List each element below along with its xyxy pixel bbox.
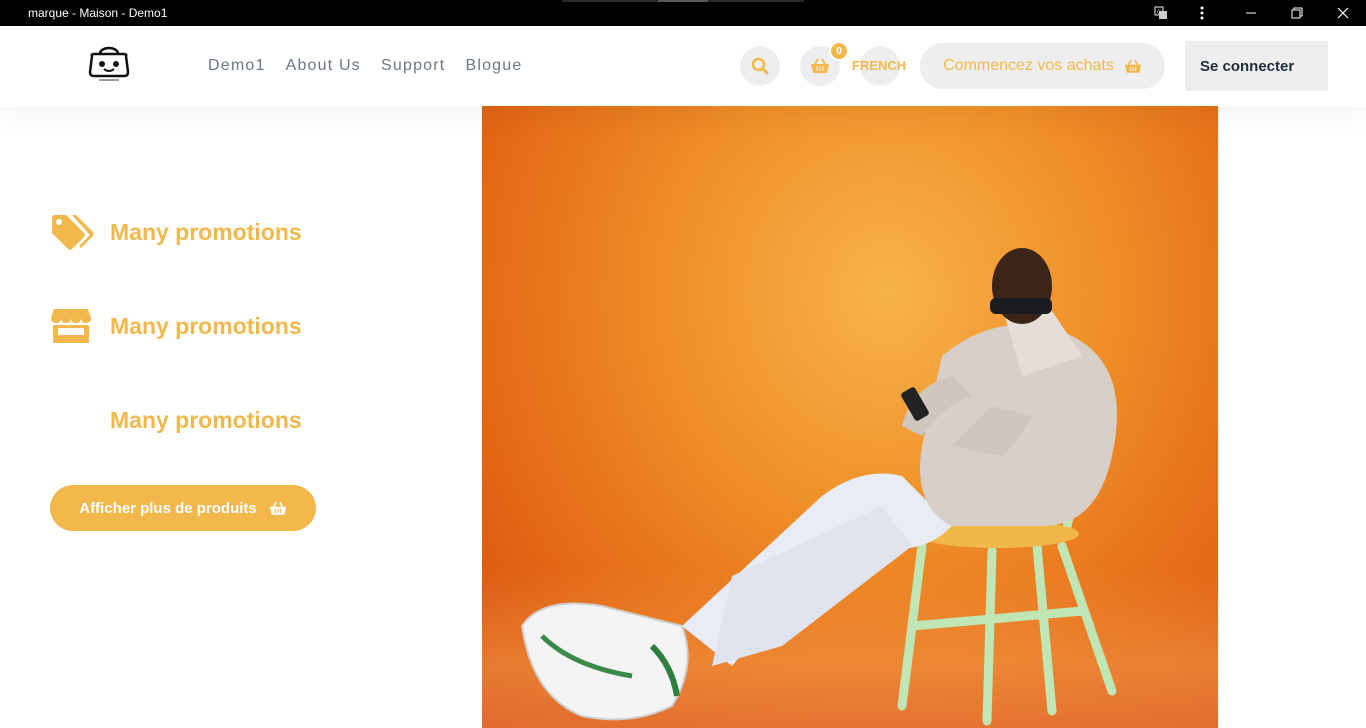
store-icon	[50, 306, 96, 346]
window-titlebar: marque - Maison - Demo1 G	[0, 0, 1366, 26]
basket-icon	[269, 501, 286, 515]
start-shopping-button[interactable]: Commencez vos achats	[920, 43, 1165, 89]
restore-icon[interactable]	[1277, 0, 1317, 26]
feature-label: Many promotions	[110, 218, 302, 245]
feature-icon-empty	[50, 400, 96, 440]
nav-about-us[interactable]: About Us	[286, 56, 361, 76]
svg-text:G: G	[1157, 9, 1162, 16]
minimize-icon[interactable]	[1231, 0, 1271, 26]
hero-illustration	[520, 248, 1117, 726]
shopping-bag-logo-icon[interactable]	[86, 40, 132, 86]
nav-blogue[interactable]: Blogue	[465, 56, 522, 76]
basket-icon	[811, 58, 829, 73]
basket-icon	[1124, 59, 1141, 73]
cart-count-badge: 0	[829, 41, 849, 61]
close-icon[interactable]	[1323, 0, 1363, 26]
feature-label: Many promotions	[110, 312, 302, 339]
search-button[interactable]	[740, 46, 780, 86]
show-more-products-button[interactable]: Afficher plus de produits	[50, 485, 316, 531]
login-button[interactable]: Se connecter	[1185, 41, 1328, 91]
feature-promotions-3: Many promotions	[50, 400, 302, 440]
nav-demo1[interactable]: Demo1	[208, 56, 266, 76]
titlebar-drag-handle[interactable]	[658, 0, 708, 2]
translate-icon[interactable]: G	[1141, 0, 1181, 26]
more-options-icon[interactable]	[1182, 0, 1222, 26]
feature-promotions-1: Many promotions	[50, 212, 302, 252]
main-nav: Demo1 About Us Support Blogue	[208, 56, 522, 76]
site-header: Demo1 About Us Support Blogue 0 FRENCH C…	[0, 26, 1366, 106]
language-selector[interactable]: FRENCH	[852, 58, 906, 73]
feature-promotions-2: Many promotions	[50, 306, 302, 346]
start-shopping-label: Commencez vos achats	[943, 57, 1114, 74]
nav-support[interactable]: Support	[381, 56, 445, 76]
window-title: marque - Maison - Demo1	[28, 6, 168, 20]
feature-label: Many promotions	[110, 406, 302, 433]
hero-image	[482, 106, 1218, 728]
search-icon	[751, 57, 769, 75]
show-more-products-label: Afficher plus de produits	[79, 499, 257, 517]
tags-icon	[50, 212, 96, 252]
